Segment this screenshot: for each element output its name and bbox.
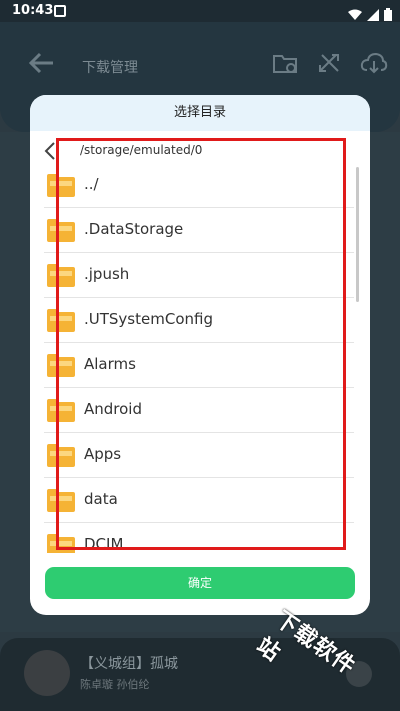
status-bar: 10:43 [0,0,400,22]
song-title: 【义城组】孤城 [80,656,178,672]
dialog-title: 选择目录 [30,95,370,131]
folder-name: data [84,490,118,508]
folder-item[interactable]: .UTSystemConfig [44,298,354,343]
signal-icon [366,8,379,21]
status-icons [347,4,392,23]
wifi-icon [347,9,362,20]
background-toolbar [258,52,388,78]
folder-settings-icon [272,52,298,78]
select-directory-dialog: 选择目录 /storage/emulated/0 ../ .DataStorag… [30,95,370,615]
folder-item[interactable]: Alarms [44,343,354,388]
folder-icon [47,488,75,516]
album-avatar [24,650,70,696]
folder-item[interactable]: DCIM [44,523,354,553]
folder-name: .jpush [84,265,130,283]
confirm-button[interactable]: 确定 [45,567,355,599]
folder-icon [47,173,75,201]
folder-icon [47,308,75,336]
folder-name: .DataStorage [84,220,184,238]
folder-item[interactable]: data [44,478,354,523]
folder-item[interactable]: .jpush [44,253,354,298]
path-bar: /storage/emulated/0 [30,139,370,163]
folder-name: ../ [84,175,99,193]
folder-item[interactable]: Android [44,388,354,433]
cloud-download-icon [360,52,388,78]
folder-icon [47,218,75,246]
folder-icon [47,443,75,471]
song-artist: 陈卓璇 孙伯纶 [80,678,150,691]
tools-icon [317,52,341,78]
list-scrollbar[interactable] [356,167,359,302]
folder-name: Android [84,400,142,418]
folder-name: Alarms [84,355,136,373]
current-path: /storage/emulated/0 [80,143,203,157]
folder-item[interactable]: ../ [44,163,354,208]
folder-icon [47,263,75,291]
folder-icon [47,353,75,381]
folder-item[interactable]: Apps [44,433,354,478]
folder-name: DCIM [84,535,124,553]
folder-list[interactable]: ../ .DataStorage .jpush .UTSystemConfig … [30,163,370,553]
folder-item[interactable]: .DataStorage [44,208,354,253]
folder-icon [47,398,75,426]
status-time: 10:43 [12,3,54,18]
background-title: 下载管理 [82,60,138,76]
folder-icon [47,533,75,553]
battery-icon [384,8,392,21]
path-back-icon[interactable] [44,141,56,165]
folder-name: .UTSystemConfig [84,310,213,328]
back-arrow-icon [28,52,54,78]
notification-icon [54,5,66,17]
folder-name: Apps [84,445,122,463]
